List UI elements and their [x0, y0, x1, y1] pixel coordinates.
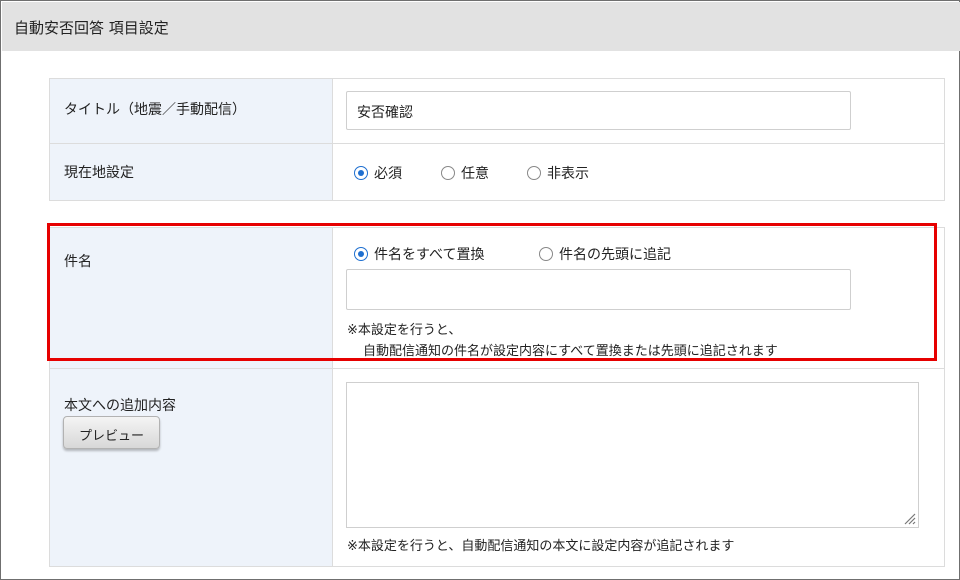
location-option-label: 任意 [461, 166, 489, 182]
radio-empty-icon [441, 166, 455, 180]
title-input[interactable]: 安否確認 [346, 91, 851, 130]
label-column: タイトル（地震／手動配信） 現在地設定 [50, 79, 333, 200]
location-label: 現在地設定 [64, 165, 134, 181]
page-title: 自動安否回答 項目設定 [14, 19, 169, 37]
location-option-required[interactable]: 必須 [354, 163, 402, 183]
row-divider [50, 143, 944, 144]
settings-window: 自動安否回答 項目設定 タイトル（地震／手動配信） 現在地設定 安否確認 必須 … [0, 0, 960, 580]
body-label: 本文への追加内容 [64, 398, 176, 414]
basic-settings-table: タイトル（地震／手動配信） 現在地設定 安否確認 必須 任意 非表示 [49, 78, 945, 201]
highlight-box [47, 223, 937, 361]
title-label: タイトル（地震／手動配信） [64, 102, 246, 118]
radio-selected-icon [354, 166, 368, 180]
body-note: ※本設定を行うと、自動配信通知の本文に設定内容が追記されます [347, 539, 735, 554]
resize-grip-icon[interactable] [900, 509, 916, 525]
row-divider [50, 368, 944, 369]
location-option-hidden[interactable]: 非表示 [527, 163, 589, 183]
preview-button[interactable]: プレビュー [63, 416, 160, 449]
location-option-label: 必須 [374, 166, 402, 182]
location-option-optional[interactable]: 任意 [441, 163, 489, 183]
radio-empty-icon [527, 166, 541, 180]
location-option-label: 非表示 [547, 166, 589, 182]
preview-button-label: プレビュー [78, 429, 144, 444]
body-textarea[interactable] [346, 382, 919, 528]
title-input-value: 安否確認 [357, 105, 413, 121]
window-header: 自動安否回答 項目設定 [2, 2, 960, 51]
